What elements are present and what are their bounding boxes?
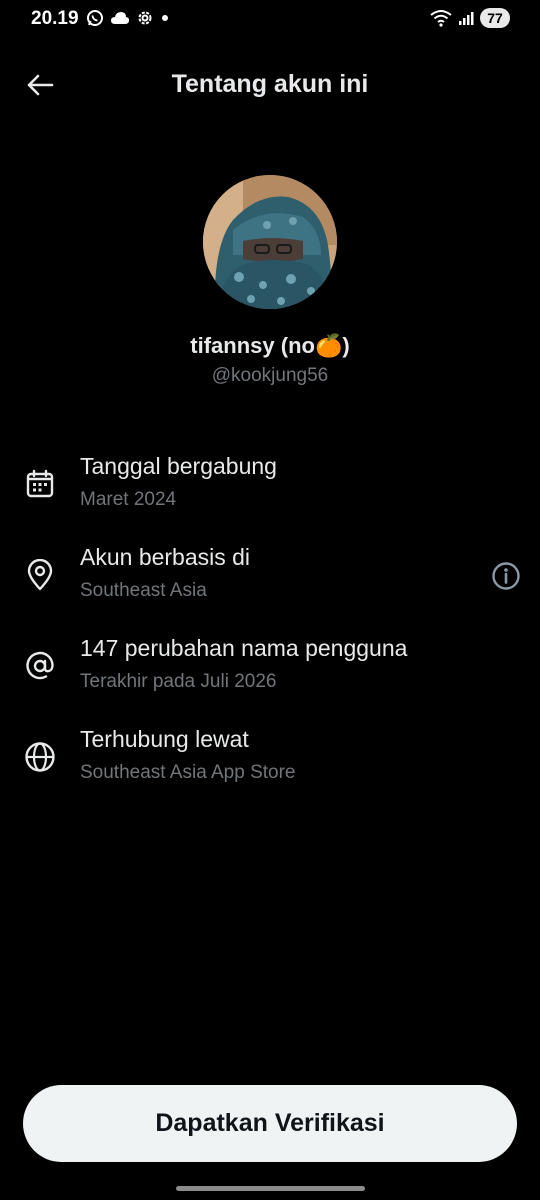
- info-subtitle: Maret 2024: [80, 489, 177, 510]
- battery-icon: 77: [480, 8, 510, 28]
- info-item-username-changes: 147 perubahan nama pengguna Terakhir pad…: [0, 635, 540, 705]
- wifi-icon: [430, 10, 452, 27]
- status-right-icons: 77: [430, 8, 510, 28]
- page-title: Tentang akun ini: [171, 70, 369, 98]
- info-icon[interactable]: [490, 560, 522, 592]
- info-title: Terhubung lewat: [80, 726, 249, 752]
- info-subtitle: Southeast Asia App Store: [80, 762, 296, 783]
- get-verified-button[interactable]: Dapatkan Verifikasi: [23, 1085, 517, 1162]
- info-title: 147 perubahan nama pengguna: [80, 635, 408, 661]
- avatar[interactable]: [203, 175, 337, 309]
- cloud-icon: [111, 12, 130, 24]
- info-subtitle: Terakhir pada Juli 2026: [80, 671, 277, 692]
- info-subtitle: Southeast Asia: [80, 580, 207, 601]
- home-indicator[interactable]: [176, 1186, 365, 1191]
- status-bar: 20.19 77: [0, 0, 540, 40]
- avatar-image: [203, 175, 337, 309]
- info-item-join-date: Tanggal bergabung Maret 2024: [0, 453, 540, 523]
- info-title: Akun berbasis di: [80, 544, 251, 570]
- dot-icon: [162, 15, 168, 21]
- info-item-connected-via: Terhubung lewat Southeast Asia App Store: [0, 726, 540, 796]
- whatsapp-icon: [87, 10, 103, 26]
- signal-icon: [459, 12, 474, 25]
- info-item-based-in: Akun berbasis di Southeast Asia: [0, 544, 540, 614]
- settings-icon: [138, 11, 152, 25]
- status-time: 20.19: [31, 8, 79, 29]
- info-title: Tanggal bergabung: [80, 453, 277, 479]
- header: Tentang akun ini: [0, 60, 540, 110]
- display-name: tifannsy (no🍊): [190, 333, 350, 358]
- at-sign-icon: [22, 648, 58, 684]
- status-left-icons: [86, 9, 170, 27]
- username-handle: @kookjung56: [211, 365, 329, 386]
- location-pin-icon: [22, 557, 58, 593]
- calendar-icon: [22, 466, 58, 502]
- globe-icon: [22, 739, 58, 775]
